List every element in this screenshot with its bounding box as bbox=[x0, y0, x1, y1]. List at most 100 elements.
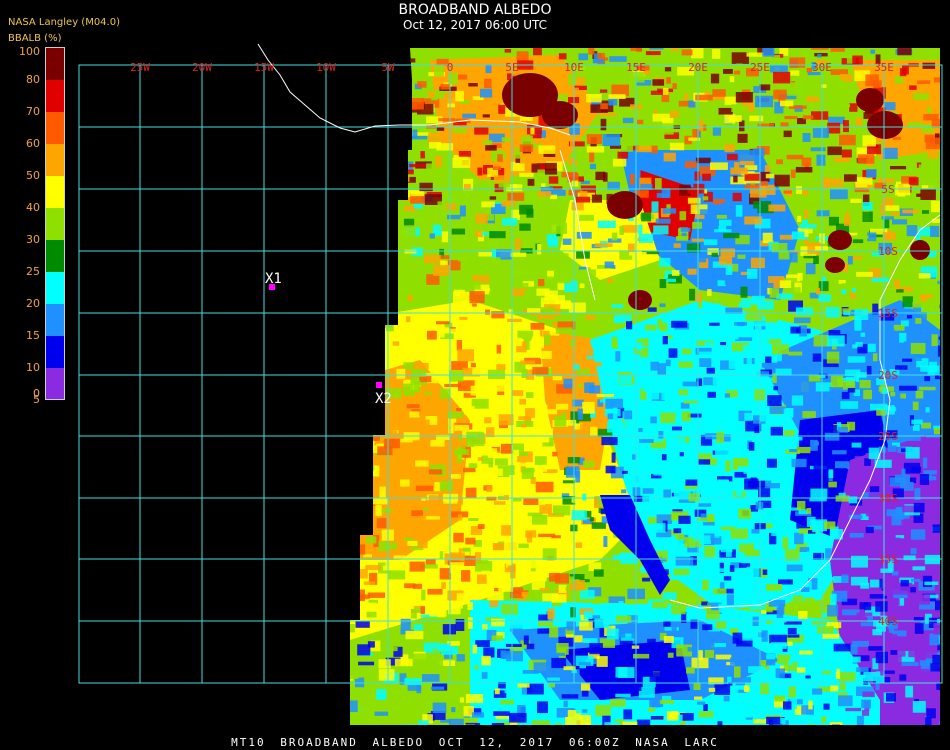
albedo-speckle bbox=[761, 362, 767, 368]
albedo-speckle bbox=[808, 191, 824, 203]
albedo-speckle bbox=[755, 324, 762, 333]
cloud-blob bbox=[628, 290, 652, 310]
albedo-speckle bbox=[797, 272, 803, 281]
albedo-speckle bbox=[841, 289, 847, 295]
albedo-speckle bbox=[525, 694, 534, 706]
albedo-speckle bbox=[438, 416, 445, 429]
albedo-speckle bbox=[440, 255, 450, 260]
albedo-speckle bbox=[388, 570, 406, 580]
albedo-speckle bbox=[923, 284, 936, 295]
albedo-speckle bbox=[653, 523, 666, 533]
albedo-speckle bbox=[671, 437, 686, 447]
albedo-speckle bbox=[681, 348, 692, 355]
longitude-label: 20W bbox=[192, 61, 212, 74]
albedo-speckle bbox=[509, 435, 517, 442]
albedo-speckle bbox=[767, 439, 781, 447]
albedo-speckle bbox=[839, 203, 846, 215]
albedo-speckle bbox=[579, 283, 585, 289]
albedo-speckle bbox=[593, 569, 604, 577]
albedo-speckle bbox=[427, 588, 443, 595]
albedo-speckle bbox=[863, 671, 877, 682]
albedo-speckle bbox=[761, 610, 767, 614]
albedo-speckle bbox=[706, 367, 715, 374]
albedo-speckle bbox=[794, 436, 800, 447]
albedo-speckle bbox=[766, 583, 783, 591]
albedo-speckle bbox=[682, 465, 695, 472]
albedo-speckle bbox=[373, 329, 382, 336]
albedo-speckle bbox=[449, 552, 465, 559]
albedo-speckle bbox=[428, 495, 442, 503]
albedo-speckle bbox=[464, 406, 475, 415]
albedo-speckle bbox=[653, 380, 664, 386]
albedo-speckle bbox=[391, 302, 398, 311]
albedo-speckle bbox=[555, 327, 573, 334]
albedo-speckle bbox=[774, 174, 790, 187]
albedo-speckle bbox=[641, 212, 652, 222]
albedo-speckle bbox=[465, 537, 476, 545]
albedo-speckle bbox=[790, 169, 796, 178]
albedo-speckle bbox=[649, 48, 664, 50]
albedo-speckle bbox=[787, 641, 793, 646]
albedo-speckle bbox=[862, 202, 873, 211]
albedo-speckle bbox=[740, 286, 748, 298]
albedo-speckle bbox=[360, 48, 377, 53]
albedo-speckle bbox=[712, 49, 721, 59]
albedo-speckle bbox=[409, 58, 416, 63]
albedo-speckle bbox=[575, 542, 583, 548]
albedo-speckle bbox=[352, 725, 359, 734]
albedo-speckle bbox=[491, 668, 496, 674]
albedo-speckle bbox=[708, 107, 716, 115]
albedo-speckle bbox=[384, 606, 397, 618]
albedo-speckle bbox=[576, 368, 590, 375]
albedo-speckle bbox=[758, 283, 774, 288]
albedo-speckle bbox=[919, 660, 930, 666]
albedo-speckle bbox=[373, 364, 384, 376]
albedo-speckle bbox=[906, 314, 913, 319]
albedo-speckle bbox=[924, 376, 931, 382]
albedo-speckle bbox=[399, 287, 407, 292]
albedo-speckle bbox=[662, 208, 677, 214]
albedo-speckle bbox=[404, 603, 415, 609]
albedo-speckle bbox=[775, 550, 783, 557]
albedo-speckle bbox=[645, 51, 661, 56]
albedo-speckle bbox=[730, 176, 747, 185]
albedo-speckle bbox=[521, 467, 534, 479]
albedo-speckle bbox=[912, 701, 926, 713]
albedo-speckle bbox=[832, 724, 840, 725]
albedo-speckle bbox=[669, 142, 685, 151]
albedo-speckle bbox=[577, 383, 583, 388]
albedo-speckle bbox=[350, 533, 357, 540]
albedo-speckle bbox=[920, 365, 929, 372]
albedo-speckle bbox=[639, 406, 646, 416]
albedo-speckle bbox=[369, 132, 381, 136]
albedo-speckle bbox=[899, 332, 907, 343]
albedo-speckle bbox=[409, 653, 426, 660]
albedo-speckle bbox=[764, 530, 770, 541]
albedo-speckle bbox=[945, 726, 950, 733]
albedo-speckle bbox=[802, 115, 814, 120]
albedo-speckle bbox=[682, 381, 699, 387]
albedo-speckle bbox=[396, 76, 405, 82]
albedo-speckle bbox=[766, 716, 781, 725]
albedo-speckle bbox=[476, 476, 488, 484]
albedo-speckle bbox=[663, 152, 676, 162]
albedo-speckle bbox=[355, 144, 364, 153]
albedo-speckle bbox=[589, 163, 596, 170]
albedo-speckle bbox=[503, 726, 512, 731]
albedo-speckle bbox=[429, 142, 441, 149]
albedo-speckle bbox=[592, 59, 605, 64]
albedo-speckle bbox=[470, 362, 476, 368]
albedo-speckle bbox=[725, 263, 733, 275]
longitude-label: 5E bbox=[505, 61, 518, 74]
albedo-speckle bbox=[368, 339, 381, 343]
albedo-speckle bbox=[916, 80, 931, 84]
albedo-speckle bbox=[358, 705, 375, 714]
albedo-speckle bbox=[350, 551, 361, 564]
albedo-speckle bbox=[531, 339, 544, 349]
albedo-speckle bbox=[532, 514, 548, 525]
albedo-speckle bbox=[555, 723, 562, 725]
albedo-speckle bbox=[751, 295, 765, 305]
albedo-speckle bbox=[582, 401, 595, 414]
albedo-speckle bbox=[477, 574, 487, 584]
albedo-speckle bbox=[725, 332, 739, 340]
